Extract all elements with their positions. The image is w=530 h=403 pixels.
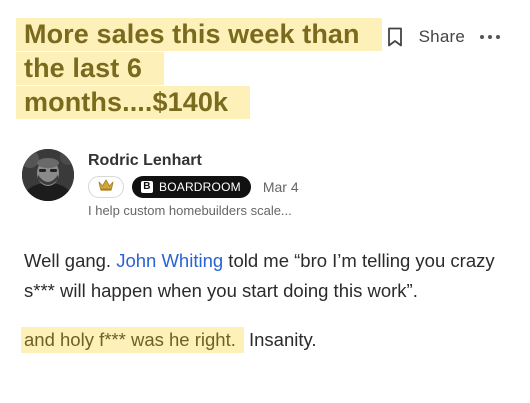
post-date: Mar 4	[262, 179, 299, 195]
boardroom-badge[interactable]: B BOARDROOM	[132, 176, 251, 198]
more-horizontal-icon[interactable]	[480, 27, 500, 47]
title-block: More sales this week than the last 6 mon…	[16, 17, 382, 119]
body-paragraph: Well gang. John Whiting told me “bro I’m…	[24, 246, 504, 306]
share-button[interactable]: Share	[386, 26, 465, 48]
author-bio: I help custom homebuilders scale...	[88, 203, 292, 218]
body-text: Insanity.	[243, 329, 317, 350]
crown-badge[interactable]	[88, 176, 124, 198]
post-actions: Share	[386, 24, 500, 50]
body-paragraph: and holy f*** was he right. Insanity.	[21, 325, 504, 355]
post-title: More sales this week than the last 6 mon…	[16, 17, 382, 119]
author-name[interactable]: Rodric Lenhart	[88, 152, 202, 170]
boardroom-logo-icon: B	[141, 181, 153, 193]
share-label: Share	[418, 27, 465, 46]
crown-icon	[98, 178, 114, 196]
body-highlight: and holy f*** was he right.	[21, 327, 244, 353]
badge-row: B BOARDROOM Mar 4	[88, 176, 299, 198]
post-body: Well gang. John Whiting told me “bro I’m…	[21, 246, 504, 355]
body-text: Well gang.	[24, 250, 117, 271]
user-mention-link[interactable]: John Whiting	[116, 250, 223, 271]
bookmark-icon[interactable]	[386, 26, 404, 48]
title-highlight: More sales this week than the last 6 mon…	[16, 18, 382, 119]
post-page: More sales this week than the last 6 mon…	[0, 0, 530, 403]
author-block: Rodric Lenhart B BOARDROOM Mar 4 I help …	[22, 149, 502, 221]
boardroom-label: BOARDROOM	[159, 180, 241, 194]
avatar[interactable]	[22, 149, 74, 201]
